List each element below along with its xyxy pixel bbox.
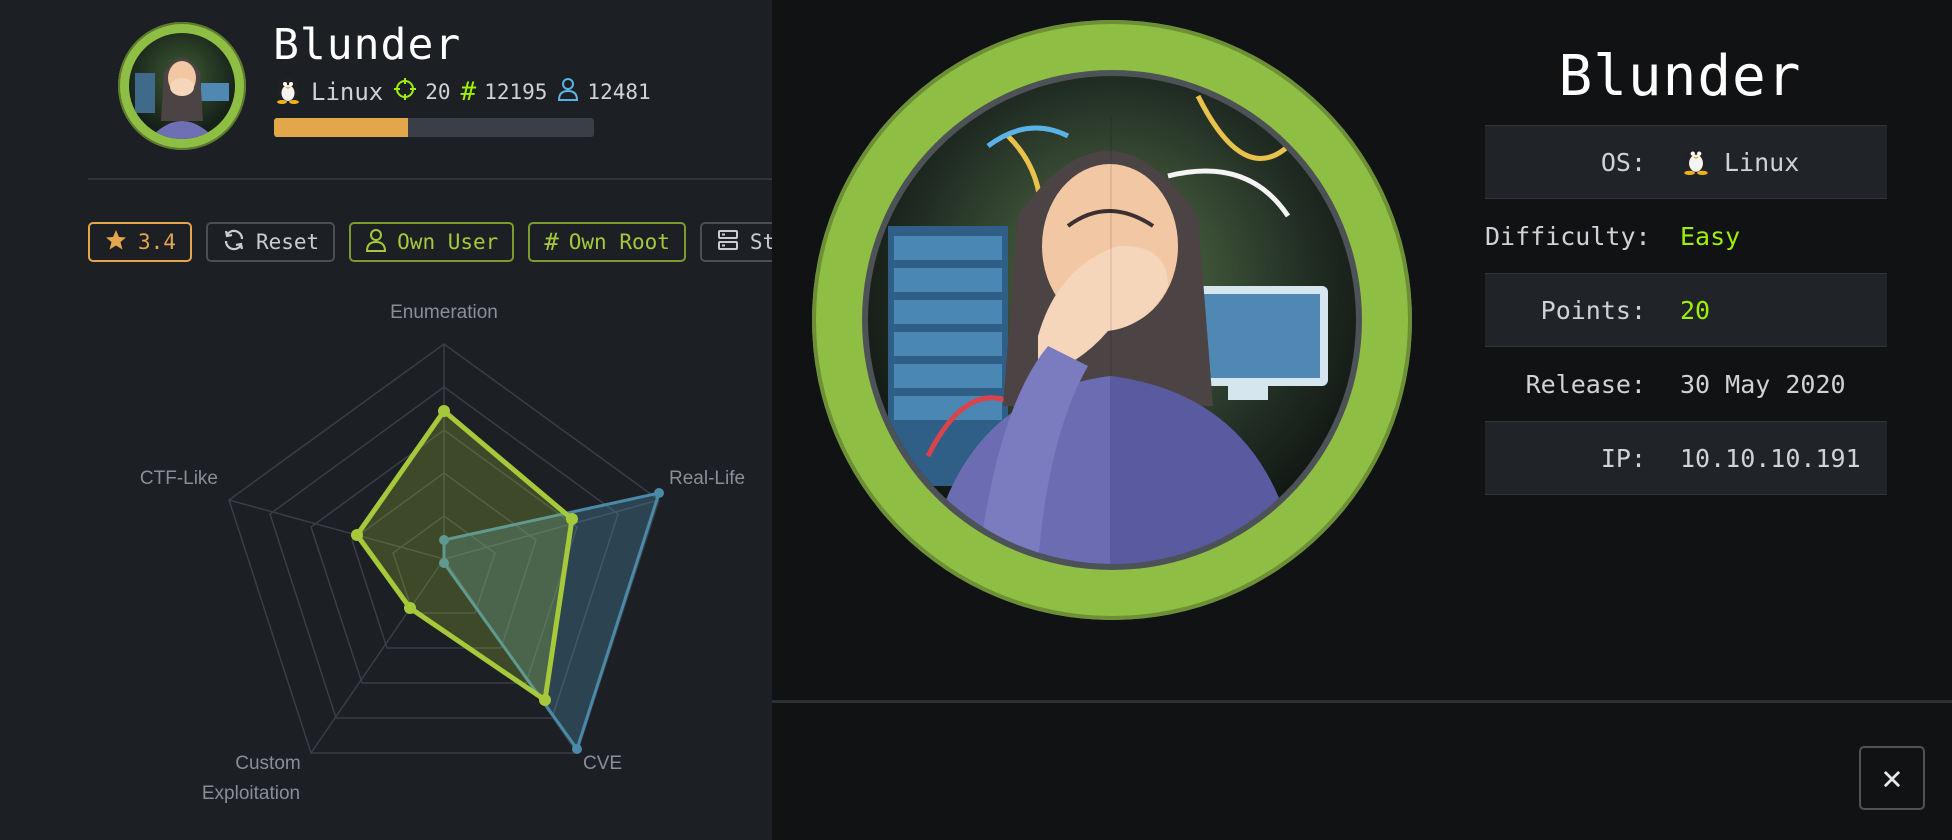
- radar-point-green-cve: [539, 694, 551, 706]
- radar-point-green-custom: [404, 602, 416, 614]
- info-value-ip: 10.10.10.191: [1680, 443, 1861, 473]
- info-os-text: Linux: [1724, 147, 1800, 177]
- reset-label: Reset: [255, 230, 320, 254]
- info-row-os: OS: Linux: [1485, 125, 1887, 199]
- machine-avatar-large-image: [868, 76, 1356, 564]
- own-root-label: Own Root: [568, 230, 670, 254]
- radar-point-blue-cve: [572, 744, 582, 754]
- close-icon: ✕: [1881, 758, 1903, 798]
- hash-icon: #: [544, 228, 559, 256]
- user-outline-icon: [365, 228, 387, 257]
- os-meta: Linux: [273, 74, 383, 109]
- radar-point-blue-real-life: [654, 488, 664, 498]
- own-root-button[interactable]: # Own Root: [528, 222, 686, 262]
- machine-avatar-image: [129, 33, 235, 139]
- radar-label-exploitation: Exploitation: [202, 783, 300, 804]
- linux-penguin-icon: [1680, 143, 1712, 181]
- machine-avatar: [118, 22, 246, 150]
- machine-title: Blunder: [273, 20, 462, 70]
- machine-meta: Linux 20 # 12195 12481: [273, 74, 651, 109]
- rating-value: 3.4: [138, 230, 176, 254]
- star-icon: [104, 228, 128, 257]
- info-key-difficulty: Difficulty:: [1485, 221, 1651, 251]
- user-owns-meta: # 12195: [461, 77, 548, 107]
- hash-icon: #: [460, 76, 477, 107]
- machine-details-panel: Blunder Linux 20 # 12195 12481 3.4 Reset…: [0, 0, 772, 840]
- radar-label-cve: CVE: [583, 753, 622, 774]
- radar-series-green: [351, 405, 578, 706]
- refresh-icon: [222, 228, 246, 257]
- root-owns-value: 12481: [587, 79, 651, 104]
- root-owns-meta: 12481: [557, 77, 651, 106]
- radar-point-green-real-life: [566, 513, 578, 525]
- info-key-os: OS:: [1600, 147, 1646, 177]
- rating-button[interactable]: 3.4: [88, 222, 192, 262]
- info-row-difficulty: Difficulty: Easy: [1485, 199, 1887, 273]
- progress-bar: [274, 118, 594, 137]
- radar-label-enumeration: Enumeration: [390, 302, 498, 323]
- modal-footer-divider: [772, 700, 1952, 703]
- info-key-points: Points:: [1540, 295, 1646, 325]
- status-button[interactable]: Status: [699, 222, 772, 262]
- status-label: Status: [749, 230, 772, 254]
- action-buttons: 3.4 Reset Own User # Own Root St: [88, 222, 772, 262]
- progress-fill: [274, 118, 409, 137]
- own-user-label: Own User: [397, 230, 499, 254]
- reset-button[interactable]: Reset: [205, 222, 336, 262]
- radar-point-green-ctf-like: [351, 529, 363, 541]
- radar-label-real-life: Real-Life: [669, 468, 745, 489]
- close-button[interactable]: ✕: [1859, 746, 1925, 810]
- radar-chart: Enumeration Real-Life CVE Custom Exploit…: [140, 302, 745, 804]
- points-value: 20: [425, 79, 451, 104]
- info-value-release: 30 May 2020: [1680, 369, 1846, 399]
- radar-label-custom: Custom: [235, 753, 300, 774]
- radar-point-green-enumeration: [438, 405, 450, 417]
- info-row-points: Points: 20: [1485, 273, 1887, 347]
- machine-info-modal: Blunder OS: Linux Difficulty: Easy Point…: [772, 0, 1952, 840]
- os-label: Linux: [311, 77, 384, 106]
- radar-label-ctf-like: CTF-Like: [140, 468, 218, 489]
- info-title: Blunder: [1558, 44, 1802, 109]
- info-row-release: Release: 30 May 2020: [1485, 347, 1887, 421]
- info-key-release: Release:: [1525, 369, 1646, 399]
- machine-avatar-large: [812, 20, 1412, 620]
- info-value-difficulty: Easy: [1680, 221, 1741, 251]
- header-divider: [88, 178, 772, 180]
- user-owns-value: 12195: [484, 79, 548, 104]
- user-icon: [557, 77, 579, 106]
- info-key-ip: IP:: [1600, 443, 1646, 473]
- linux-penguin-icon: [273, 74, 303, 109]
- server-icon: [716, 228, 740, 257]
- info-table: OS: Linux Difficulty: Easy Points: 20 Re…: [1485, 125, 1887, 495]
- info-row-ip: IP: 10.10.10.191: [1485, 421, 1887, 495]
- info-value-os: Linux: [1680, 143, 1799, 181]
- points-meta: 20: [393, 77, 451, 106]
- own-user-button[interactable]: Own User: [349, 222, 515, 262]
- crosshair-icon: [393, 77, 417, 106]
- info-value-points: 20: [1680, 295, 1711, 325]
